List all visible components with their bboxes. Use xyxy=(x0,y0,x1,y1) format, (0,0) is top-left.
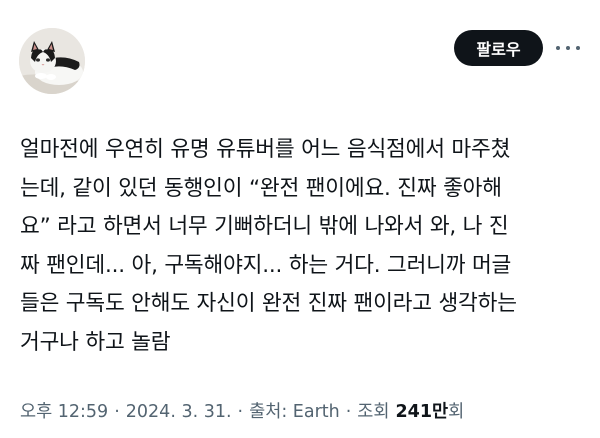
post-text-line: 들은 구독도 안해도 자신이 완전 진짜 팬이라고 생각하는 xyxy=(20,291,517,316)
post-text-line: 거구나 하고 놀람 xyxy=(20,329,171,355)
post-text-line: 는데, 같이 있던 동행인이 “완전 팬이에요. 진짜 좋아해 xyxy=(20,175,502,201)
post-meta: 오후 12:59 · 2024. 3. 31. · 출처: Earth · 조회… xyxy=(20,398,464,423)
post-text-line: 짜 팬인데... 아, 구독해야지... 하는 거다. 그러니까 머글 xyxy=(20,252,512,278)
post-text-line: 얼마전에 우연히 유명 유튜버를 어느 음식점에서 마주쳤 xyxy=(20,137,511,162)
more-dot xyxy=(556,46,560,50)
meta-separator: · xyxy=(114,402,120,422)
more-dot xyxy=(576,46,580,50)
meta-separator: · xyxy=(345,402,352,422)
follow-button-label: 팔로우 xyxy=(476,40,521,59)
cat-avatar-icon xyxy=(19,28,85,94)
follow-button[interactable]: 팔로우 xyxy=(454,30,543,66)
post-text-line: 요” 라고 하면서 너무 기뻐하더니 밖에 나와서 와, 나 진 xyxy=(20,214,509,239)
post-time[interactable]: 오후 12:59 xyxy=(20,398,108,423)
post-text: 얼마전에 우연히 유명 유튜버를 어느 음식점에서 마주쳤 는데, 같이 있던 … xyxy=(20,131,585,362)
views-count[interactable]: 241만 xyxy=(396,398,449,423)
post-date[interactable]: 2024. 3. 31. xyxy=(126,402,232,422)
views-suffix: 회 xyxy=(448,402,465,422)
views-label: 조회 xyxy=(357,402,390,422)
more-options-icon[interactable] xyxy=(556,39,580,57)
post-source: 출처: Earth xyxy=(249,402,340,422)
post-header: 팔로우 xyxy=(0,0,600,110)
avatar[interactable] xyxy=(19,28,85,94)
meta-separator: · xyxy=(237,402,244,422)
more-dot xyxy=(566,46,570,50)
